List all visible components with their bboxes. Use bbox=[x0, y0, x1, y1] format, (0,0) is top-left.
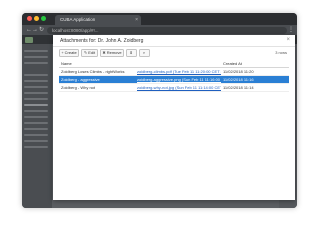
sidebar-item[interactable] bbox=[24, 134, 48, 136]
search-icon: ⌕ bbox=[142, 50, 146, 55]
plus-icon: + bbox=[61, 50, 64, 55]
row-created: 11/02/2018 11:20 bbox=[223, 69, 254, 74]
address-bar[interactable]: localhost:8080/app/#!... bbox=[47, 26, 287, 34]
reload-icon[interactable]: ↻ bbox=[39, 26, 44, 34]
column-header-name[interactable]: Name bbox=[61, 60, 72, 67]
sidebar-item[interactable] bbox=[24, 116, 48, 118]
download-icon: ⬇ bbox=[129, 50, 133, 55]
forward-arrow-icon[interactable]: → bbox=[32, 26, 38, 34]
sidebar-item[interactable] bbox=[24, 50, 48, 52]
app-logo bbox=[25, 36, 33, 43]
sidebar-item[interactable] bbox=[24, 80, 48, 82]
create-button[interactable]: +Create bbox=[59, 49, 79, 57]
pencil-icon: ✎ bbox=[83, 50, 88, 55]
edit-button[interactable]: ✎Edit bbox=[81, 49, 98, 57]
sidebar-item[interactable] bbox=[24, 56, 48, 58]
sidebar-item[interactable] bbox=[24, 92, 48, 94]
trash-icon: ✖ bbox=[102, 50, 106, 55]
table-row[interactable]: Zoidberg Loses Climbs - rightWorks zoidb… bbox=[59, 68, 289, 76]
row-file-link[interactable]: zoidberg-climbs.pdf (Tue Feb 11 11:20:00… bbox=[137, 68, 221, 75]
sidebar-item[interactable] bbox=[24, 122, 48, 124]
row-name: Zoidberg Loses Climbs - rightWorks bbox=[61, 69, 125, 74]
table-header: Name Created At bbox=[59, 60, 289, 68]
tab-close-icon[interactable]: × bbox=[135, 15, 138, 25]
browser-window: CUBA Application × ← → ↻ localhost:8080/… bbox=[22, 13, 297, 208]
minimize-window-button[interactable] bbox=[34, 16, 39, 21]
row-name: Zoidberg - aggressive bbox=[61, 77, 100, 82]
row-file-link[interactable]: zoidberg-aggressive.png (Sun Feb 11 11:1… bbox=[137, 76, 221, 83]
row-created: 11/02/2018 11:14 bbox=[223, 85, 254, 90]
search-button[interactable]: ⌕ bbox=[139, 49, 150, 57]
close-icon[interactable]: × bbox=[286, 37, 290, 43]
browser-tab-title: CUBA Application bbox=[60, 17, 96, 22]
row-created: 11/02/2018 11:16 bbox=[223, 77, 254, 82]
dialog-title: Attachments for: Dr. John A. Zoidberg bbox=[60, 38, 144, 44]
more-vert-icon[interactable]: ⋮ bbox=[288, 26, 294, 34]
browser-titlebar: CUBA Application × bbox=[22, 13, 297, 25]
attachments-table: Name Created At Zoidberg Loses Climbs - … bbox=[59, 60, 289, 92]
table-row-selected[interactable]: Zoidberg - aggressive zoidberg-aggressiv… bbox=[59, 76, 289, 84]
column-header-created[interactable]: Created At bbox=[223, 60, 242, 67]
sidebar-item[interactable] bbox=[24, 140, 48, 142]
create-button-label: Create bbox=[64, 50, 77, 55]
sidebar-item[interactable] bbox=[24, 146, 48, 148]
row-count: 3 rows bbox=[275, 50, 287, 55]
maximize-window-button[interactable] bbox=[41, 16, 46, 21]
sidebar-item[interactable] bbox=[24, 86, 48, 88]
remove-button[interactable]: ✖Remove bbox=[100, 49, 124, 57]
app-sidebar bbox=[22, 44, 52, 208]
sidebar-item[interactable] bbox=[24, 110, 48, 112]
table-row[interactable]: Zoidberg - Why not zoidberg-why-not.jpg … bbox=[59, 84, 289, 92]
row-name: Zoidberg - Why not bbox=[61, 85, 96, 90]
close-window-button[interactable] bbox=[27, 16, 32, 21]
edit-button-label: Edit bbox=[88, 50, 96, 55]
dialog-toolbar: +Create ✎Edit ✖Remove ⬇ ⌕ 3 rows bbox=[59, 49, 289, 57]
browser-toolbar: ← → ↻ localhost:8080/app/#!... ⋮ bbox=[22, 25, 297, 35]
attachments-dialog: Attachments for: Dr. John A. Zoidberg × … bbox=[53, 35, 295, 200]
browser-tab[interactable]: CUBA Application × bbox=[55, 15, 141, 25]
sidebar-item[interactable] bbox=[24, 128, 48, 130]
dialog-divider bbox=[53, 46, 295, 47]
remove-button-label: Remove bbox=[106, 50, 122, 55]
address-text: localhost:8080/app/#!... bbox=[52, 27, 99, 33]
sidebar-item[interactable] bbox=[24, 74, 48, 76]
sidebar-item-active[interactable] bbox=[24, 104, 48, 106]
sidebar-item[interactable] bbox=[24, 98, 48, 100]
row-file-link[interactable]: zoidberg-why-not.jpg (Sun Feb 11 11:14:0… bbox=[137, 84, 221, 91]
sidebar-item[interactable] bbox=[24, 62, 48, 64]
download-button[interactable]: ⬇ bbox=[126, 49, 137, 57]
